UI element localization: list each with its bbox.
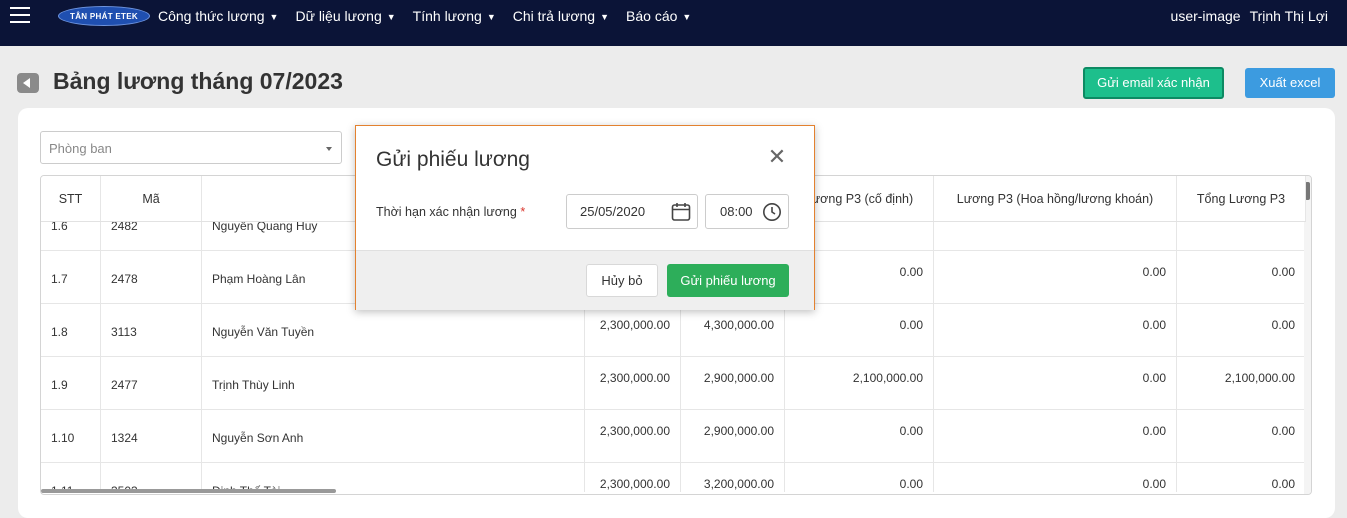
back-arrow-icon[interactable] <box>17 73 39 93</box>
cell-p3-total <box>1177 222 1306 250</box>
send-payslip-modal: Gửi phiếu lương ✕ Thời hạn xác nhận lươn… <box>355 125 815 310</box>
cell-p3-total: 0.00 <box>1177 251 1306 303</box>
cell-col-b: 2,900,000.00 <box>681 357 785 409</box>
modal-title: Gửi phiếu lương <box>376 148 530 171</box>
cell-col-b: 3,200,000.00 <box>681 463 785 492</box>
cell-stt: 1.11 <box>41 463 101 492</box>
time-value: 08:00 <box>720 204 753 219</box>
cell-p3-commission: 0.00 <box>934 357 1177 409</box>
cell-stt: 1.8 <box>41 304 101 356</box>
cell-col-a: 2,300,000.00 <box>585 304 681 356</box>
menu-item-label: Chi trả lương <box>512 8 596 24</box>
cell-ma: 1324 <box>101 410 202 462</box>
menu-item-du-lieu-luong[interactable]: Dữ liệu lương ▼ <box>295 6 395 26</box>
cell-stt: 1.7 <box>41 251 101 303</box>
table-row[interactable]: 1.9 2477 Trịnh Thùy Linh 2,300,000.00 2,900,… <box>41 357 1306 410</box>
horizontal-scrollbar-thumb[interactable] <box>41 489 336 493</box>
menu-item-chi-tra-luong[interactable]: Chi trả lương ▼ <box>513 6 609 26</box>
department-select[interactable]: Phòng ban <box>40 131 342 164</box>
menu-item-label: Báo cáo <box>626 8 678 24</box>
menu-item-bao-cao[interactable]: Báo cáo ▼ <box>626 6 691 26</box>
table-row[interactable]: 1.8 3113 Nguyễn Văn Tuyền 2,300,000.00 4,300… <box>41 304 1306 357</box>
chevron-down-icon: ▼ <box>386 12 396 22</box>
hamburger-icon[interactable] <box>10 7 30 23</box>
page-title: Bảng lương tháng 07/2023 <box>53 68 343 94</box>
avatar[interactable]: user-image <box>1171 6 1241 26</box>
vertical-scrollbar[interactable] <box>1304 176 1311 494</box>
chevron-down-icon <box>326 147 332 151</box>
header-stt[interactable]: STT <box>41 176 101 221</box>
cell-p3-commission: 0.00 <box>934 304 1177 356</box>
cell-p3-fixed: 0.00 <box>785 410 934 462</box>
send-confirmation-email-button[interactable]: Gửi email xác nhận <box>1083 67 1224 99</box>
cell-ma: 3113 <box>101 304 202 356</box>
cell-p3-commission: 0.00 <box>934 251 1177 303</box>
cell-col-a: 2,300,000.00 <box>585 410 681 462</box>
header-ma[interactable]: Mã <box>101 176 202 221</box>
send-payslip-button[interactable]: Gửi phiếu lương <box>667 264 789 297</box>
date-value: 25/05/2020 <box>580 204 646 219</box>
cell-p3-total: 2,100,000.00 <box>1177 357 1306 409</box>
cell-name: Trịnh Thùy Linh <box>202 357 585 409</box>
deadline-label-text: Thời hạn xác nhận lương <box>376 205 517 219</box>
cell-ma: 3503 <box>101 463 202 492</box>
deadline-date-input[interactable]: 25/05/2020 <box>566 194 698 229</box>
main-menu: Công thức lương ▼ Dữ liệu lương ▼ Tính lươ… <box>158 6 708 26</box>
cell-p3-commission: 0.00 <box>934 410 1177 462</box>
cell-ma: 2478 <box>101 251 202 303</box>
header-p3-commission[interactable]: Lương P3 (Hoa hồng/lương khoán) <box>934 176 1177 221</box>
company-logo[interactable]: TÂN PHÁT ETEK <box>58 6 150 26</box>
chevron-down-icon: ▼ <box>682 12 692 22</box>
menu-item-tinh-luong[interactable]: Tính lương ▼ <box>413 6 496 26</box>
header-p3-total[interactable]: Tổng Lương P3 <box>1177 176 1306 221</box>
calendar-icon[interactable] <box>671 202 691 222</box>
table-row[interactable]: 1.10 1324 Nguyễn Sơn Anh 2,300,000.00 2,900,… <box>41 410 1306 463</box>
department-select-placeholder: Phòng ban <box>49 141 112 156</box>
required-mark: * <box>520 205 526 219</box>
user-menu[interactable]: user-image Trịnh Thị Lợi <box>1171 6 1328 26</box>
cell-stt: 1.6 <box>41 222 101 250</box>
cell-name: Đinh Thế Tài <box>202 463 585 492</box>
user-name[interactable]: Trịnh Thị Lợi <box>1250 6 1328 26</box>
cell-col-a: 2,300,000.00 <box>585 357 681 409</box>
cell-p3-total: 0.00 <box>1177 410 1306 462</box>
cell-p3-fixed: 2,100,000.00 <box>785 357 934 409</box>
cell-p3-total: 0.00 <box>1177 304 1306 356</box>
deadline-time-input[interactable]: 08:00 <box>705 194 789 229</box>
cell-stt: 1.9 <box>41 357 101 409</box>
cell-p3-fixed: 0.00 <box>785 463 934 492</box>
table-row[interactable]: 1.11 3503 Đinh Thế Tài 2,300,000.00 3,200,00… <box>41 463 1306 492</box>
cell-name: Nguyễn Sơn Anh <box>202 410 585 462</box>
menu-item-label: Tính lương <box>412 8 482 24</box>
chevron-down-icon: ▼ <box>600 12 610 22</box>
deadline-label: Thời hạn xác nhận lương * <box>376 203 525 221</box>
cell-p3-commission: 0.00 <box>934 463 1177 492</box>
cell-col-b: 2,900,000.00 <box>681 410 785 462</box>
cell-stt: 1.10 <box>41 410 101 462</box>
menu-item-cong-thuc-luong[interactable]: Công thức lương ▼ <box>158 6 278 26</box>
clock-icon[interactable] <box>762 202 782 222</box>
chevron-down-icon: ▼ <box>269 12 279 22</box>
top-navbar: TÂN PHÁT ETEK Công thức lương ▼ Dữ liệu l… <box>0 0 1347 46</box>
menu-item-label: Dữ liệu lương <box>295 8 382 24</box>
menu-item-label: Công thức lương <box>158 8 265 24</box>
modal-footer: Hủy bỏ Gửi phiếu lương <box>356 250 814 310</box>
export-excel-button[interactable]: Xuất excel <box>1245 68 1335 98</box>
cell-col-b: 4,300,000.00 <box>681 304 785 356</box>
cell-name: Nguyễn Văn Tuyền <box>202 304 585 356</box>
cell-p3-fixed: 0.00 <box>785 304 934 356</box>
cell-ma: 2482 <box>101 222 202 250</box>
cell-p3-total: 0.00 <box>1177 463 1306 492</box>
cell-ma: 2477 <box>101 357 202 409</box>
chevron-down-icon: ▼ <box>486 12 496 22</box>
cancel-button[interactable]: Hủy bỏ <box>586 264 658 297</box>
cell-col-a: 2,300,000.00 <box>585 463 681 492</box>
close-icon[interactable]: ✕ <box>766 146 788 168</box>
cell-p3-commission <box>934 222 1177 250</box>
